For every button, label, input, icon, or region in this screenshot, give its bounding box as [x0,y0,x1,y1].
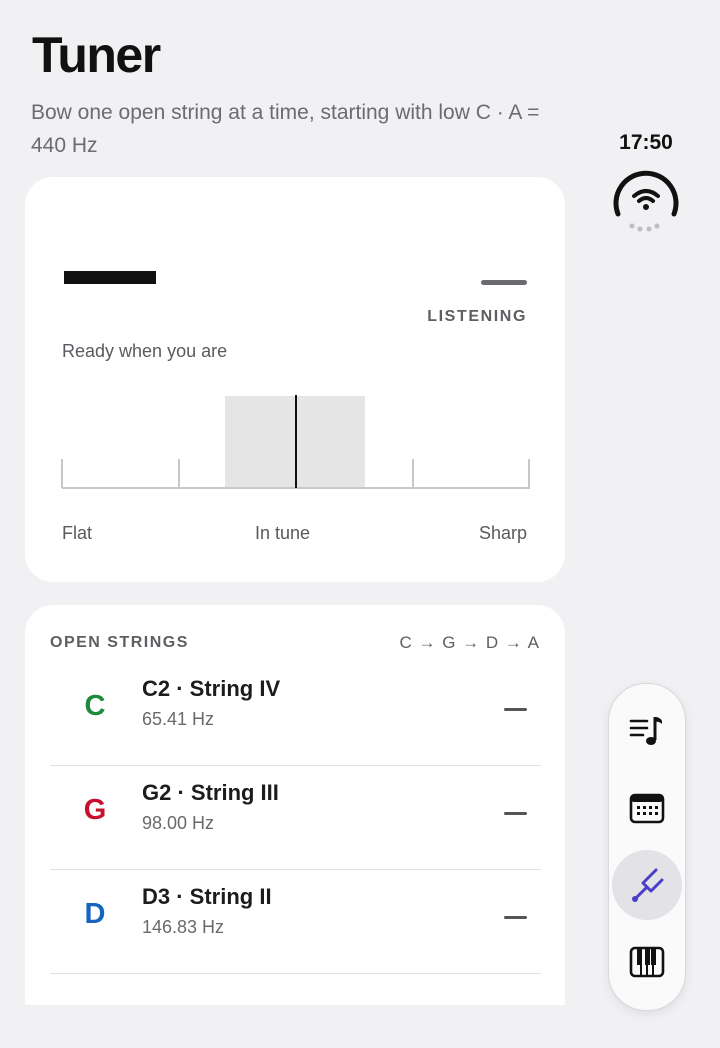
nav-piano[interactable] [612,927,682,997]
cents-placeholder [481,280,527,285]
tuner-state: LISTENING [427,308,527,325]
nav-calendar[interactable] [612,773,682,843]
string-frequency: 65.41 Hz [142,709,215,729]
string-letter: C [84,690,106,722]
string-name: C2 · String IV [142,676,281,701]
string-order: C → G → D → A [399,633,540,652]
string-row-c[interactable]: C C2 · String IV 65.41 Hz [50,662,541,766]
string-row-g[interactable]: G G2 · String III 98.00 Hz [50,766,541,870]
open-strings-card: OPEN STRINGS C → G → D → A C C2 · String… [25,605,565,1005]
calendar-icon [629,793,665,824]
status-time: 17:50 [619,131,673,154]
string-name: D3 · String II [142,884,272,909]
tuner-card: LISTENING Ready when you are Flat In tun… [25,177,565,582]
piano-icon [629,946,665,978]
string-frequency: 98.00 Hz [142,813,215,833]
tuning-fork-icon [632,868,664,902]
tuning-meter [61,395,530,489]
string-status [504,812,527,815]
string-status [504,708,527,711]
page-subtitle: Bow one open string at a time, starting … [31,101,540,157]
scale-flat: Flat [62,523,93,543]
string-row-d[interactable]: D D3 · String II 146.83 Hz [50,870,541,974]
string-letter: D [84,898,106,930]
string-letter: G [83,794,107,826]
tuner-hint: Ready when you are [62,341,228,361]
note-placeholder [64,271,156,284]
string-frequency: 146.83 Hz [142,917,225,937]
string-status [504,916,527,919]
wifi-icon [612,168,680,234]
music-list-icon [629,717,662,745]
page-title: Tuner [32,27,161,83]
scale-in-tune: In tune [255,523,311,543]
string-name: G2 · String III [142,780,279,805]
side-nav [608,683,686,1011]
nav-music-list[interactable] [612,696,682,766]
section-heading: OPEN STRINGS [50,634,189,651]
nav-tuner[interactable] [612,850,682,920]
scale-sharp: Sharp [478,523,527,543]
